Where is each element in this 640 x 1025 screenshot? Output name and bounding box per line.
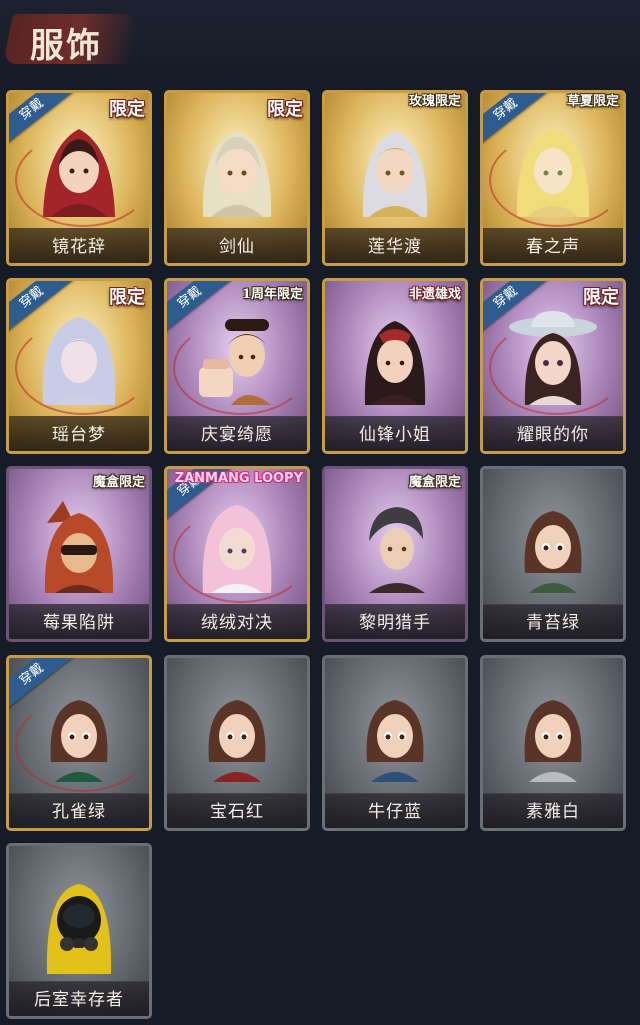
character-portrait-icon xyxy=(364,321,426,405)
limited-badge: 玫瑰限定 xyxy=(408,94,461,109)
limited-badge: 草夏限定 xyxy=(566,94,619,109)
limited-badge: 限定 xyxy=(109,287,145,308)
name-bar: 青苔绿 xyxy=(483,604,623,639)
limited-badge: 魔盒限定 xyxy=(92,475,145,490)
outfit-card-rongrongduijue[interactable]: 穿戴 ZANMANG LOOPY 绒绒对决 xyxy=(164,466,310,642)
character-portrait-icon xyxy=(202,131,272,217)
name-bar: 剑仙 xyxy=(167,228,307,263)
name-bar: 宝石红 xyxy=(167,793,307,828)
equipped-ring xyxy=(15,133,149,227)
outfit-name: 春之声 xyxy=(526,237,580,257)
outfit-name: 耀眼的你 xyxy=(517,425,589,445)
name-bar: 耀眼的你 xyxy=(483,416,623,451)
name-bar: 镜花辞 xyxy=(9,228,149,263)
collab-badge: ZANMANG LOOPY xyxy=(174,471,303,486)
name-bar: 黎明猎手 xyxy=(325,604,465,639)
name-bar: 后室幸存者 xyxy=(9,981,149,1016)
outfit-card-chunzhisheng[interactable]: 穿戴 草夏限定 春之声 xyxy=(480,90,626,266)
outfit-card-limingshoushou[interactable]: 魔盒限定 黎明猎手 xyxy=(322,466,468,642)
page-title: 服饰 xyxy=(30,26,102,66)
equipped-ring xyxy=(489,321,623,415)
outfit-card-qingyanqiyuan[interactable]: 穿戴 1周年限定 庆宴绮愿 xyxy=(164,278,310,454)
name-bar: 莲华渡 xyxy=(325,228,465,263)
outfit-card-houshixingcunzhe[interactable]: 后室幸存者 xyxy=(6,843,152,1019)
outfit-card-meiguoxianjing[interactable]: 魔盒限定 莓果陷阱 xyxy=(6,466,152,642)
character-portrait-icon xyxy=(524,700,582,782)
character-portrait-icon xyxy=(366,700,424,782)
equipped-ring xyxy=(15,321,149,415)
outfit-name: 后室幸存者 xyxy=(34,990,124,1010)
outfit-name: 仙锋小姐 xyxy=(359,425,431,445)
outfit-card-xianfengxiaojie[interactable]: 非遗雄戏 仙锋小姐 xyxy=(322,278,468,454)
outfit-name: 素雅白 xyxy=(526,802,580,822)
limited-badge: 非遗雄戏 xyxy=(408,287,461,302)
outfit-card-baoshihong[interactable]: 宝石红 xyxy=(164,655,310,831)
outfit-name: 青苔绿 xyxy=(526,613,580,633)
character-portrait-icon xyxy=(524,511,582,593)
character-portrait-icon xyxy=(362,131,428,217)
outfit-name: 孔雀绿 xyxy=(52,802,106,822)
equipped-ring xyxy=(173,509,307,603)
outfit-name: 瑶台梦 xyxy=(52,425,106,445)
character-portrait-icon xyxy=(44,501,114,593)
outfit-name: 黎明猎手 xyxy=(359,613,431,633)
name-bar: 孔雀绿 xyxy=(9,793,149,828)
outfit-card-yaoyandeni[interactable]: 穿戴 限定 耀眼的你 xyxy=(480,278,626,454)
character-portrait-icon xyxy=(46,884,112,974)
name-bar: 庆宴绮愿 xyxy=(167,416,307,451)
outfit-name: 庆宴绮愿 xyxy=(201,425,273,445)
limited-badge: 限定 xyxy=(583,287,619,308)
outfit-card-jinghuaci[interactable]: 穿戴 限定 镜花辞 xyxy=(6,90,152,266)
equipped-ring xyxy=(173,321,307,415)
outfit-card-lianhuadu[interactable]: 玫瑰限定 莲华渡 xyxy=(322,90,468,266)
outfit-name: 绒绒对决 xyxy=(201,613,273,633)
header: 服饰 xyxy=(0,0,640,70)
name-bar: 素雅白 xyxy=(483,793,623,828)
name-bar: 仙锋小姐 xyxy=(325,416,465,451)
outfit-name: 莲华渡 xyxy=(368,237,422,257)
outfit-name: 剑仙 xyxy=(219,237,255,257)
limited-badge: 限定 xyxy=(109,99,145,120)
character-portrait-icon xyxy=(369,507,425,593)
outfit-card-niuzailan[interactable]: 牛仔蓝 xyxy=(322,655,468,831)
outfit-card-yaotaimeng[interactable]: 穿戴 限定 瑶台梦 xyxy=(6,278,152,454)
equipped-ring xyxy=(489,133,623,227)
character-portrait-icon xyxy=(208,700,266,782)
outfit-name: 莓果陷阱 xyxy=(43,613,115,633)
limited-badge: 魔盒限定 xyxy=(408,475,461,490)
outfit-card-suyabai[interactable]: 素雅白 xyxy=(480,655,626,831)
outfit-name: 镜花辞 xyxy=(52,237,106,257)
name-bar: 莓果陷阱 xyxy=(9,604,149,639)
outfit-card-jianxian[interactable]: 限定 剑仙 xyxy=(164,90,310,266)
limited-badge: 限定 xyxy=(267,99,303,120)
outfit-card-qingtailv[interactable]: 青苔绿 xyxy=(480,466,626,642)
limited-badge: 1周年限定 xyxy=(241,287,303,302)
name-bar: 绒绒对决 xyxy=(167,604,307,639)
outfit-card-kongquelv[interactable]: 穿戴 孔雀绿 xyxy=(6,655,152,831)
name-bar: 春之声 xyxy=(483,228,623,263)
name-bar: 牛仔蓝 xyxy=(325,793,465,828)
equipped-ring xyxy=(15,698,149,792)
outfit-name: 牛仔蓝 xyxy=(368,802,422,822)
name-bar: 瑶台梦 xyxy=(9,416,149,451)
outfit-name: 宝石红 xyxy=(210,802,264,822)
